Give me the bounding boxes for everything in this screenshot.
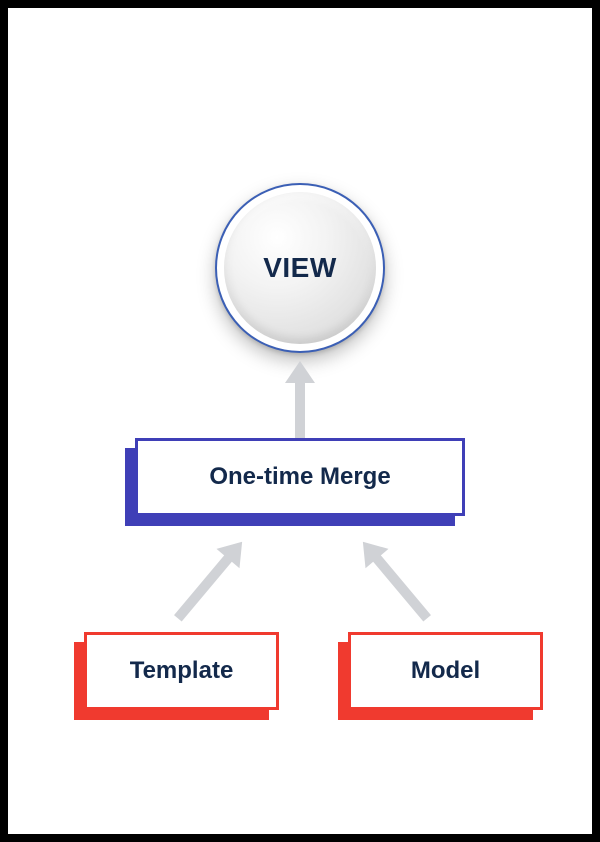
merge-box: One-time Merge (135, 438, 465, 516)
template-box: Template (84, 632, 279, 710)
merge-label: One-time Merge (209, 463, 390, 491)
view-label: VIEW (263, 252, 337, 284)
node-template: Template (84, 632, 279, 710)
arrow-model-to-merge-icon (348, 530, 443, 630)
model-box: Model (348, 632, 543, 710)
node-model: Model (348, 632, 543, 710)
arrow-template-to-merge-icon (163, 530, 258, 630)
node-merge: One-time Merge (135, 438, 465, 516)
view-circle-inner: VIEW (224, 192, 376, 344)
model-label: Model (411, 657, 480, 685)
node-view: VIEW (215, 183, 385, 353)
diagram-page: VIEW One-time Merge (8, 8, 592, 834)
diagram-canvas: VIEW One-time Merge (8, 8, 592, 834)
template-label: Template (130, 657, 234, 685)
arrow-merge-to-view-icon (283, 361, 317, 441)
